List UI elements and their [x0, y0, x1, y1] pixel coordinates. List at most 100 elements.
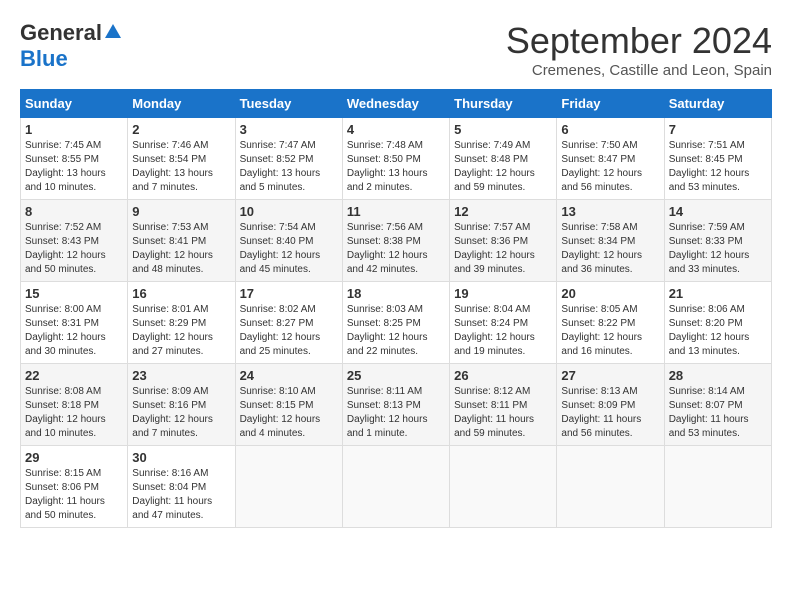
calendar-cell: 29 Sunrise: 8:15 AM Sunset: 8:06 PM Dayli… [21, 446, 128, 528]
calendar-cell: 23 Sunrise: 8:09 AM Sunset: 8:16 PM Dayli… [128, 364, 235, 446]
day-info: Sunrise: 7:47 AM Sunset: 8:52 PM Dayligh… [240, 140, 321, 193]
calendar-week-row: 8Sunrise: 7:52 AM Sunset: 8:43 PM Daylig… [21, 200, 772, 282]
calendar-cell: 30 Sunrise: 8:16 AM Sunset: 8:04 PM Dayli… [128, 446, 235, 528]
day-number: 24 [240, 368, 338, 383]
page-header: General Blue September 2024 Cremenes, Ca… [20, 20, 772, 79]
day-number: 4 [347, 122, 445, 137]
calendar-cell: 25 Sunrise: 8:11 AM Sunset: 8:13 PM Dayli… [342, 364, 449, 446]
day-info: Sunrise: 7:49 AM Sunset: 8:48 PM Dayligh… [454, 140, 535, 193]
weekday-header-tuesday: Tuesday [235, 90, 342, 118]
day-info: Sunrise: 8:14 AM Sunset: 8:07 PM Dayligh… [669, 386, 749, 439]
day-number: 5 [454, 122, 552, 137]
day-info: Sunrise: 7:48 AM Sunset: 8:50 PM Dayligh… [347, 140, 428, 193]
calendar-header-row: SundayMondayTuesdayWednesdayThursdayFrid… [21, 90, 772, 118]
calendar-cell [342, 446, 449, 528]
day-number: 15 [25, 286, 123, 301]
calendar-cell: 9 Sunrise: 7:53 AM Sunset: 8:41 PM Daylig… [128, 200, 235, 282]
day-number: 21 [669, 286, 767, 301]
calendar-week-row: 1 Sunrise: 7:45 AM Sunset: 8:55 PM Daylig… [21, 118, 772, 200]
calendar-cell: 4 Sunrise: 7:48 AM Sunset: 8:50 PM Daylig… [342, 118, 449, 200]
day-info: Sunrise: 8:16 AM Sunset: 8:04 PM Dayligh… [132, 468, 212, 521]
day-info: Sunrise: 7:59 AM Sunset: 8:33 PM Dayligh… [669, 222, 750, 275]
day-number: 28 [669, 368, 767, 383]
day-number: 19 [454, 286, 552, 301]
day-number: 22 [25, 368, 123, 383]
calendar-week-row: 15 Sunrise: 8:00 AM Sunset: 8:31 PM Dayli… [21, 282, 772, 364]
calendar-cell: 7Sunrise: 7:51 AM Sunset: 8:45 PM Daylig… [664, 118, 771, 200]
weekday-header-thursday: Thursday [450, 90, 557, 118]
day-info: Sunrise: 8:03 AM Sunset: 8:25 PM Dayligh… [347, 304, 428, 357]
calendar-cell: 22 Sunrise: 8:08 AM Sunset: 8:18 PM Dayli… [21, 364, 128, 446]
calendar-cell: 11Sunrise: 7:56 AM Sunset: 8:38 PM Dayli… [342, 200, 449, 282]
calendar-cell: 19 Sunrise: 8:04 AM Sunset: 8:24 PM Dayli… [450, 282, 557, 364]
day-info: Sunrise: 8:12 AM Sunset: 8:11 PM Dayligh… [454, 386, 534, 439]
calendar-cell: 17 Sunrise: 8:02 AM Sunset: 8:27 PM Dayli… [235, 282, 342, 364]
day-info: Sunrise: 8:01 AM Sunset: 8:29 PM Dayligh… [132, 304, 213, 357]
day-info: Sunrise: 8:02 AM Sunset: 8:27 PM Dayligh… [240, 304, 321, 357]
day-number: 23 [132, 368, 230, 383]
day-number: 6 [561, 122, 659, 137]
calendar-cell: 21 Sunrise: 8:06 AM Sunset: 8:20 PM Dayli… [664, 282, 771, 364]
calendar-cell: 5 Sunrise: 7:49 AM Sunset: 8:48 PM Daylig… [450, 118, 557, 200]
calendar-week-row: 29 Sunrise: 8:15 AM Sunset: 8:06 PM Dayli… [21, 446, 772, 528]
day-info: Sunrise: 7:45 AM Sunset: 8:55 PM Dayligh… [25, 140, 106, 193]
day-number: 3 [240, 122, 338, 137]
day-info: Sunrise: 8:08 AM Sunset: 8:18 PM Dayligh… [25, 386, 106, 439]
calendar-cell: 2Sunrise: 7:46 AM Sunset: 8:54 PM Daylig… [128, 118, 235, 200]
calendar-cell: 28 Sunrise: 8:14 AM Sunset: 8:07 PM Dayli… [664, 364, 771, 446]
day-info: Sunrise: 8:15 AM Sunset: 8:06 PM Dayligh… [25, 468, 105, 521]
day-number: 17 [240, 286, 338, 301]
calendar-week-row: 22 Sunrise: 8:08 AM Sunset: 8:18 PM Dayli… [21, 364, 772, 446]
day-number: 10 [240, 204, 338, 219]
calendar-cell: 27Sunrise: 8:13 AM Sunset: 8:09 PM Dayli… [557, 364, 664, 446]
month-title: September 2024 [506, 20, 772, 62]
calendar-cell: 1 Sunrise: 7:45 AM Sunset: 8:55 PM Daylig… [21, 118, 128, 200]
day-info: Sunrise: 7:58 AM Sunset: 8:34 PM Dayligh… [561, 222, 642, 275]
calendar-cell: 24 Sunrise: 8:10 AM Sunset: 8:15 PM Dayli… [235, 364, 342, 446]
calendar-cell: 14Sunrise: 7:59 AM Sunset: 8:33 PM Dayli… [664, 200, 771, 282]
day-number: 1 [25, 122, 123, 137]
calendar-cell: 16 Sunrise: 8:01 AM Sunset: 8:29 PM Dayli… [128, 282, 235, 364]
weekday-header-wednesday: Wednesday [342, 90, 449, 118]
calendar-cell: 12Sunrise: 7:57 AM Sunset: 8:36 PM Dayli… [450, 200, 557, 282]
calendar-cell: 6 Sunrise: 7:50 AM Sunset: 8:47 PM Daylig… [557, 118, 664, 200]
day-number: 8 [25, 204, 123, 219]
day-number: 30 [132, 450, 230, 465]
day-number: 2 [132, 122, 230, 137]
logo-blue-text: Blue [20, 46, 68, 71]
day-number: 13 [561, 204, 659, 219]
logo-triangle-icon [104, 22, 122, 40]
calendar-cell [450, 446, 557, 528]
day-info: Sunrise: 8:09 AM Sunset: 8:16 PM Dayligh… [132, 386, 213, 439]
day-number: 29 [25, 450, 123, 465]
day-number: 26 [454, 368, 552, 383]
day-info: Sunrise: 8:13 AM Sunset: 8:09 PM Dayligh… [561, 386, 641, 439]
day-number: 25 [347, 368, 445, 383]
calendar-table: SundayMondayTuesdayWednesdayThursdayFrid… [20, 89, 772, 528]
day-info: Sunrise: 8:04 AM Sunset: 8:24 PM Dayligh… [454, 304, 535, 357]
day-number: 18 [347, 286, 445, 301]
day-info: Sunrise: 8:06 AM Sunset: 8:20 PM Dayligh… [669, 304, 750, 357]
day-info: Sunrise: 7:56 AM Sunset: 8:38 PM Dayligh… [347, 222, 428, 275]
calendar-cell: 26 Sunrise: 8:12 AM Sunset: 8:11 PM Dayli… [450, 364, 557, 446]
calendar-cell [557, 446, 664, 528]
day-info: Sunrise: 8:00 AM Sunset: 8:31 PM Dayligh… [25, 304, 106, 357]
weekday-header-sunday: Sunday [21, 90, 128, 118]
day-number: 16 [132, 286, 230, 301]
calendar-cell [664, 446, 771, 528]
weekday-header-monday: Monday [128, 90, 235, 118]
day-info: Sunrise: 8:11 AM Sunset: 8:13 PM Dayligh… [347, 386, 428, 439]
day-info: Sunrise: 8:10 AM Sunset: 8:15 PM Dayligh… [240, 386, 321, 439]
day-number: 20 [561, 286, 659, 301]
weekday-header-saturday: Saturday [664, 90, 771, 118]
calendar-cell: 15 Sunrise: 8:00 AM Sunset: 8:31 PM Dayli… [21, 282, 128, 364]
location-title: Cremenes, Castille and Leon, Spain [506, 62, 772, 79]
weekday-header-friday: Friday [557, 90, 664, 118]
day-number: 7 [669, 122, 767, 137]
calendar-cell: 20Sunrise: 8:05 AM Sunset: 8:22 PM Dayli… [557, 282, 664, 364]
day-number: 9 [132, 204, 230, 219]
day-info: Sunrise: 7:57 AM Sunset: 8:36 PM Dayligh… [454, 222, 535, 275]
day-info: Sunrise: 7:50 AM Sunset: 8:47 PM Dayligh… [561, 140, 642, 193]
day-info: Sunrise: 7:53 AM Sunset: 8:41 PM Dayligh… [132, 222, 213, 275]
day-info: Sunrise: 7:54 AM Sunset: 8:40 PM Dayligh… [240, 222, 321, 275]
